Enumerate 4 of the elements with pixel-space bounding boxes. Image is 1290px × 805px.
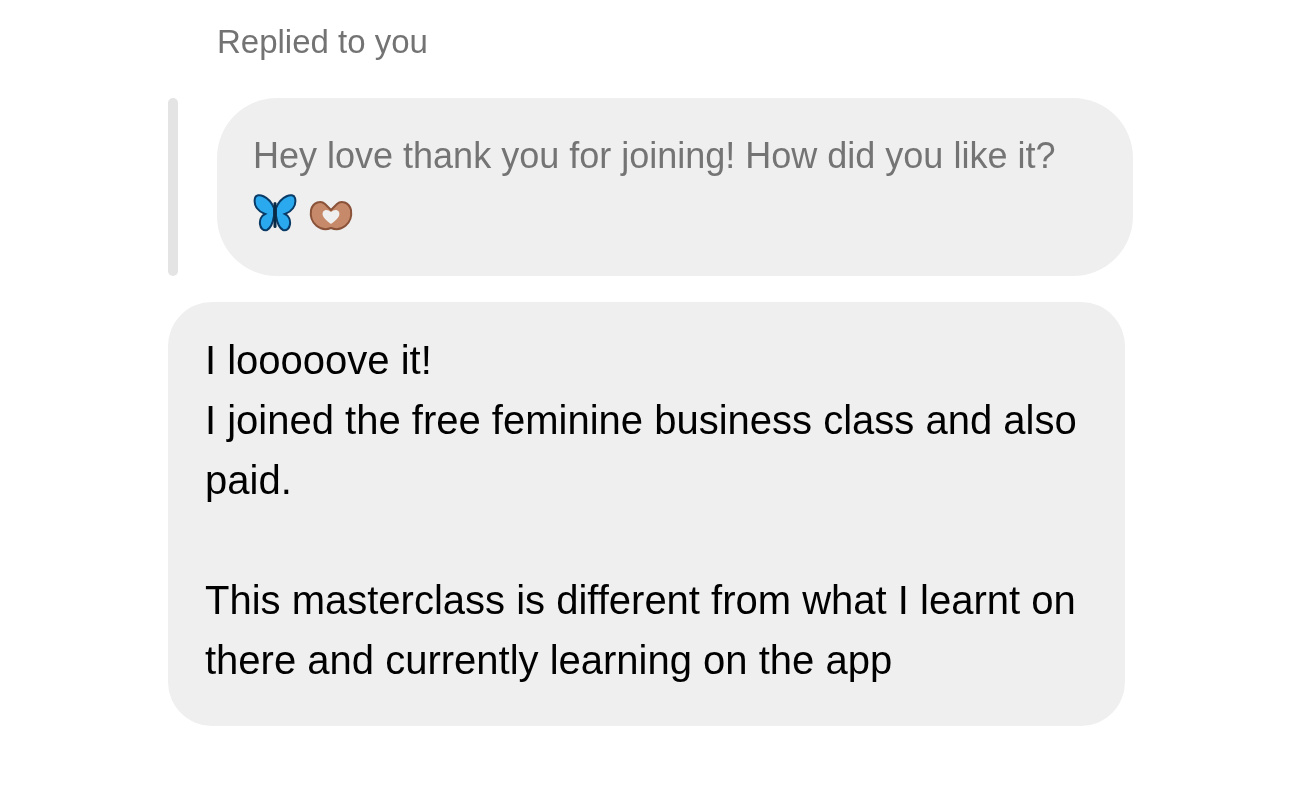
quoted-message[interactable]: Hey love thank you for joining! How did you like it?	[217, 98, 1133, 276]
message-bubble[interactable]: I looooove it! I joined the free feminine business class and also paid. This masterclass is different from what I learnt on there and currently learning on the app	[168, 302, 1125, 726]
butterfly-icon	[253, 194, 297, 234]
reply-label: Replied to you	[217, 22, 428, 62]
